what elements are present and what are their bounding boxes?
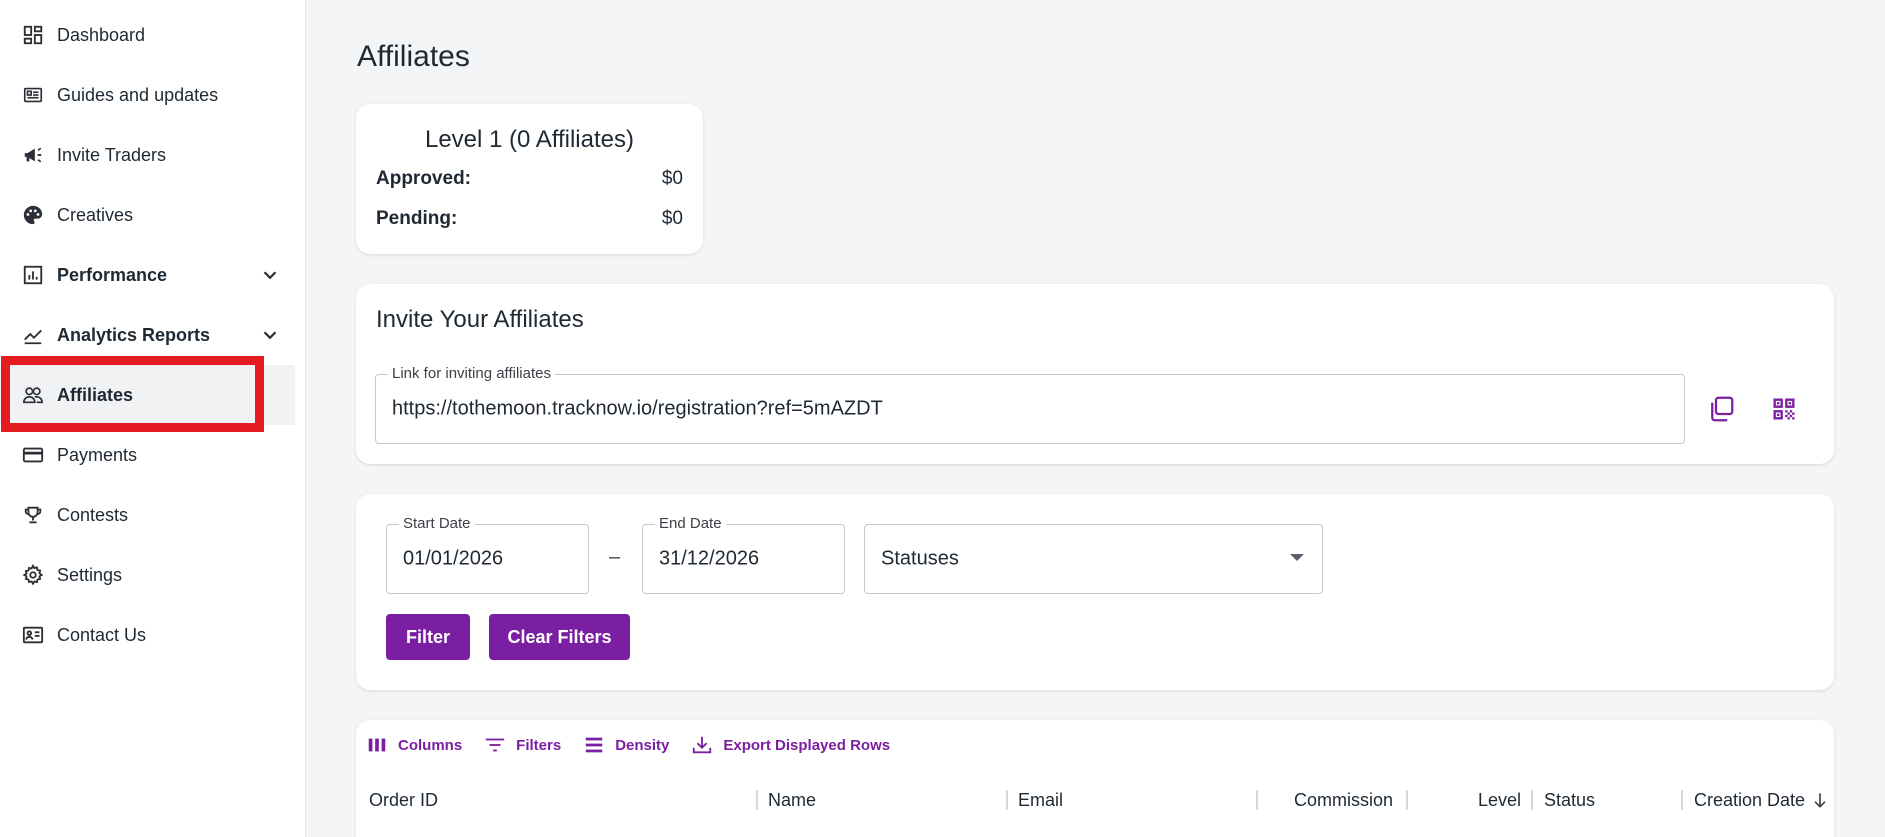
- statuses-placeholder: Statuses: [881, 547, 959, 570]
- sidebar-item-label: Settings: [57, 564, 123, 585]
- export-button[interactable]: Export Displayed Rows: [691, 734, 890, 756]
- newspaper-icon: [20, 82, 46, 108]
- sidebar-item-label: Contact Us: [57, 624, 147, 645]
- pending-row: Pending: $0: [376, 208, 683, 230]
- density-label: Density: [615, 736, 670, 754]
- table-toolbar: Columns Filters Density Export Displayed…: [366, 734, 890, 756]
- sidebar-item-label: Invite Traders: [57, 144, 167, 165]
- approved-value: $0: [661, 168, 683, 189]
- start-date-label: Start Date: [399, 515, 475, 532]
- chevron-down-icon[interactable]: [259, 324, 281, 346]
- sidebar-item-guides[interactable]: Guides and updates: [0, 65, 295, 125]
- column-separator[interactable]: [1006, 790, 1008, 810]
- invite-affiliates-card: Invite Your Affiliates Link for inviting…: [356, 284, 1834, 464]
- approved-row: Approved: $0: [376, 168, 683, 190]
- end-date-value[interactable]: 31/12/2026: [659, 548, 759, 571]
- column-separator[interactable]: [1681, 790, 1683, 810]
- column-separator[interactable]: [1256, 790, 1258, 810]
- start-date-field[interactable]: Start Date 01/01/2026: [386, 515, 589, 594]
- invite-title: Invite Your Affiliates: [376, 306, 584, 333]
- dropdown-arrow-icon: [1290, 554, 1304, 561]
- end-date-label: End Date: [655, 515, 726, 532]
- columns-icon: [368, 738, 386, 752]
- columns-label: Columns: [398, 736, 463, 754]
- sidebar-item-label: Contests: [57, 504, 129, 525]
- sidebar-item-contact-us[interactable]: Contact Us: [0, 605, 295, 665]
- pending-label: Pending:: [376, 208, 458, 229]
- credit-card-icon: [20, 442, 46, 468]
- filter-list-icon: [486, 738, 505, 752]
- sidebar-item-settings[interactable]: Settings: [0, 545, 295, 605]
- date-range-separator: –: [609, 546, 621, 568]
- filter-card: Start Date 01/01/2026 – End Date 31/12/2…: [356, 494, 1834, 690]
- line-chart-icon: [20, 322, 46, 348]
- column-header-email[interactable]: Email: [1018, 790, 1063, 811]
- sidebar-item-label: Payments: [57, 444, 138, 465]
- sidebar-item-payments[interactable]: Payments: [0, 425, 295, 485]
- sidebar-item-dashboard[interactable]: Dashboard: [0, 5, 295, 65]
- sidebar-item-performance[interactable]: Performance: [0, 245, 295, 305]
- sidebar: Dashboard Guides and updates Invite Trad…: [0, 0, 306, 837]
- megaphone-icon: [20, 142, 46, 168]
- qr-code-icon[interactable]: [1766, 391, 1802, 427]
- sidebar-item-label: Creatives: [57, 204, 134, 225]
- clear-filters-button[interactable]: Clear Filters: [489, 614, 630, 660]
- dashboard-icon: [20, 22, 46, 48]
- filter-button[interactable]: Filter: [386, 614, 470, 660]
- trophy-icon: [20, 502, 46, 528]
- level-title: Level 1 (0 Affiliates): [424, 126, 634, 153]
- sidebar-item-contests[interactable]: Contests: [0, 485, 295, 545]
- column-header-status[interactable]: Status: [1544, 790, 1595, 811]
- page-title: Affiliates: [357, 40, 470, 73]
- chevron-down-icon[interactable]: [259, 264, 281, 286]
- copy-icon[interactable]: [1703, 391, 1739, 427]
- invite-link-label: Link for inviting affiliates: [388, 365, 555, 382]
- sort-arrow-down-icon[interactable]: [1810, 790, 1830, 810]
- filters-button[interactable]: Filters: [484, 734, 561, 756]
- sidebar-item-label: Analytics Reports: [57, 324, 211, 345]
- density-button[interactable]: Density: [583, 734, 669, 756]
- filters-label: Filters: [516, 736, 562, 754]
- contact-card-icon: [20, 622, 46, 648]
- pending-value: $0: [661, 208, 683, 229]
- download-icon: [693, 736, 712, 754]
- sidebar-item-label: Dashboard: [57, 24, 146, 45]
- column-separator[interactable]: [1406, 790, 1408, 810]
- level-summary-card: Level 1 (0 Affiliates) Approved: $0 Pend…: [356, 104, 703, 254]
- sidebar-item-label: Guides and updates: [57, 84, 219, 105]
- sidebar-item-analytics-reports[interactable]: Analytics Reports: [0, 305, 295, 365]
- export-label: Export Displayed Rows: [723, 736, 891, 754]
- statuses-select[interactable]: Statuses: [864, 524, 1323, 594]
- sidebar-item-invite-traders[interactable]: Invite Traders: [0, 125, 295, 185]
- column-separator[interactable]: [1531, 790, 1533, 810]
- people-icon: [20, 382, 46, 408]
- invite-link-field[interactable]: Link for inviting affiliates https://tot…: [375, 365, 1685, 444]
- gear-icon: [20, 562, 46, 588]
- sidebar-item-affiliates[interactable]: Affiliates: [0, 365, 295, 425]
- column-header-level[interactable]: Level: [1478, 790, 1521, 811]
- sidebar-item-label: Performance: [57, 264, 168, 285]
- main-content: Affiliates Level 1 (0 Affiliates) Approv…: [307, 0, 1885, 837]
- sidebar-item-creatives[interactable]: Creatives: [0, 185, 295, 245]
- start-date-value[interactable]: 01/01/2026: [403, 548, 503, 571]
- column-header-name[interactable]: Name: [768, 790, 816, 811]
- columns-button[interactable]: Columns: [366, 734, 462, 756]
- column-header-order-id[interactable]: Order ID: [369, 790, 438, 811]
- approved-label: Approved:: [376, 168, 471, 189]
- palette-icon: [20, 202, 46, 228]
- bar-chart-icon: [20, 262, 46, 288]
- column-header-creation-date[interactable]: Creation Date: [1694, 790, 1805, 811]
- end-date-field[interactable]: End Date 31/12/2026: [642, 515, 845, 594]
- sidebar-item-label: Affiliates: [57, 384, 134, 405]
- affiliates-table: Columns Filters Density Export Displayed…: [356, 720, 1834, 837]
- column-separator[interactable]: [756, 790, 758, 810]
- density-icon: [585, 737, 603, 753]
- invite-link-value[interactable]: https://tothemoon.tracknow.io/registrati…: [392, 398, 883, 421]
- column-header-commission[interactable]: Commission: [1294, 790, 1393, 811]
